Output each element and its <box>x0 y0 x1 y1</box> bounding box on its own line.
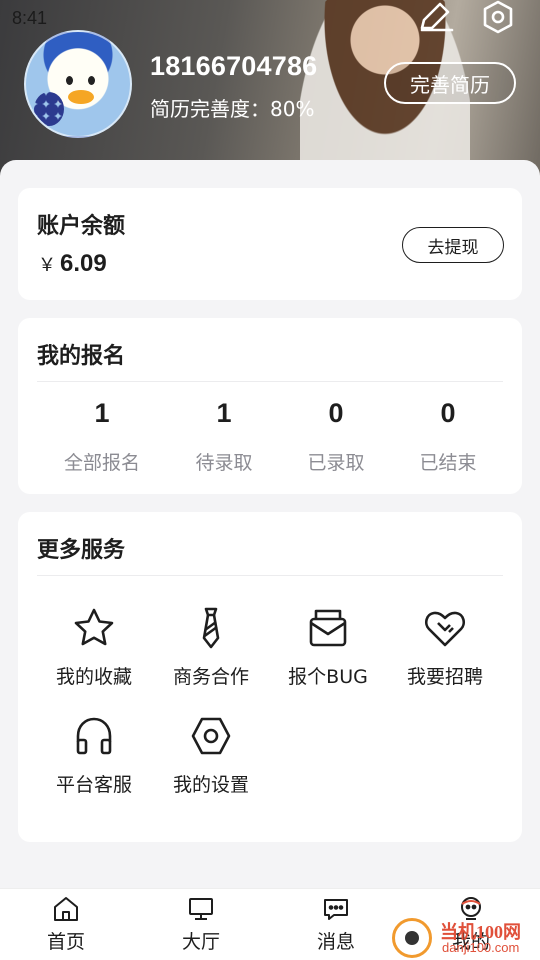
tab-hall[interactable]: 大厅 <box>151 895 251 954</box>
tab-label: 首页 <box>46 931 85 953</box>
mail-box-icon <box>306 606 350 650</box>
service-label: 平台客服 <box>55 774 132 796</box>
site-watermark: 当机100网 danji100.com <box>392 918 540 960</box>
service-label: 报个BUG <box>288 666 368 688</box>
complete-resume-button[interactable]: 完善简历 <box>384 62 516 104</box>
withdraw-button[interactable]: 去提现 <box>402 227 504 263</box>
edit-icon[interactable] <box>418 0 454 34</box>
monitor-icon <box>186 895 216 923</box>
handshake-heart-icon <box>423 606 467 650</box>
currency-symbol: ￥ <box>38 255 56 276</box>
service-favorites[interactable]: 我的收藏 <box>29 606 159 689</box>
stat-pending[interactable]: 1 待录取 <box>168 398 280 475</box>
stat-label: 已结束 <box>419 452 477 474</box>
message-icon <box>321 895 351 923</box>
watermark-logo-icon <box>392 918 432 958</box>
service-settings[interactable]: 我的设置 <box>146 714 276 797</box>
service-customer-support[interactable]: 平台客服 <box>29 714 159 797</box>
my-signups-card: 我的报名 1 全部报名 1 待录取 0 已录取 0 已结束 <box>18 318 522 494</box>
service-label: 我的设置 <box>172 774 249 796</box>
stat-label: 已录取 <box>307 452 365 474</box>
stat-count: 1 <box>216 398 232 428</box>
service-label: 商务合作 <box>172 666 249 688</box>
balance-amount: 6.09 <box>60 250 107 277</box>
avatar[interactable] <box>24 30 132 138</box>
more-services-card: 更多服务 我的收藏 商务合作 报个BUG 我要招聘 平台客服 我的设置 <box>18 512 522 842</box>
home-icon <box>51 895 81 923</box>
balance-title: 账户余额 <box>37 214 126 239</box>
divider <box>37 381 503 382</box>
stat-count: 0 <box>328 398 344 428</box>
tab-label: 消息 <box>316 931 355 953</box>
avatar-grapes <box>34 92 64 126</box>
account-balance-card: 账户余额 ￥ 6.09 去提现 <box>18 188 522 300</box>
tab-label: 大厅 <box>181 931 220 953</box>
headset-icon <box>72 714 116 758</box>
avatar-beak <box>68 90 94 104</box>
tab-messages[interactable]: 消息 <box>286 895 386 954</box>
stat-count: 0 <box>440 398 456 428</box>
services-title: 更多服务 <box>37 538 126 563</box>
divider <box>37 575 503 576</box>
stat-accepted[interactable]: 0 已录取 <box>280 398 392 475</box>
service-label: 我要招聘 <box>406 666 483 688</box>
service-report-bug[interactable]: 报个BUG <box>263 606 393 689</box>
service-business[interactable]: 商务合作 <box>146 606 276 689</box>
star-icon <box>72 606 116 650</box>
stat-label: 全部报名 <box>63 452 140 474</box>
avatar-eye <box>88 76 95 85</box>
resume-completeness: 简历完善度：80% <box>150 97 315 121</box>
signups-title: 我的报名 <box>37 344 126 369</box>
avatar-eye <box>66 76 73 85</box>
tab-home[interactable]: 首页 <box>16 895 116 954</box>
service-label: 我的收藏 <box>55 666 132 688</box>
hex-settings-icon[interactable] <box>480 0 516 34</box>
watermark-url: danji100.com <box>442 940 520 955</box>
stat-finished[interactable]: 0 已结束 <box>392 398 504 475</box>
service-recruit[interactable]: 我要招聘 <box>380 606 510 689</box>
user-phone-number: 18166704786 <box>150 51 318 81</box>
stat-count: 1 <box>94 398 110 428</box>
status-bar-time: 8:41 <box>12 8 48 28</box>
hex-nut-icon <box>189 714 233 758</box>
stat-label: 待录取 <box>195 452 253 474</box>
tie-icon <box>189 606 233 650</box>
balance-value: ￥ 6.09 <box>38 250 107 278</box>
stat-all-signups[interactable]: 1 全部报名 <box>46 398 158 475</box>
